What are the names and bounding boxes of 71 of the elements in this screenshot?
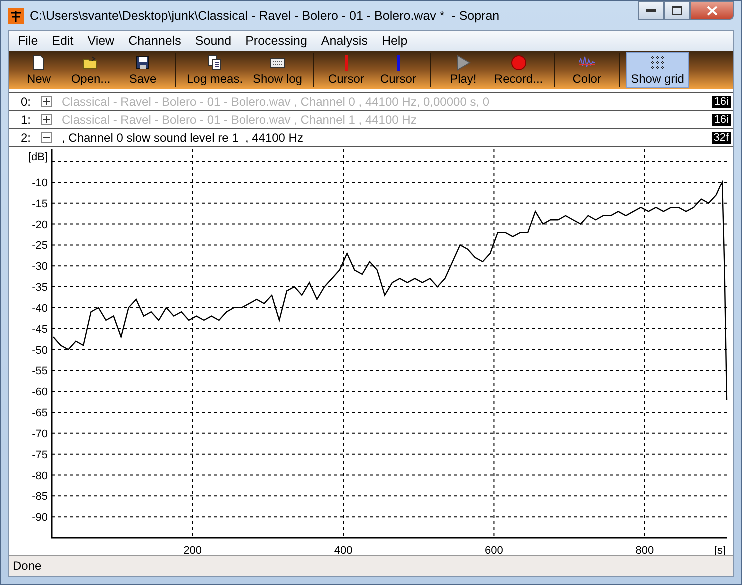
axis-tick-label: -35 [32, 282, 48, 294]
grid-icon [650, 55, 666, 71]
close-button[interactable] [690, 1, 734, 20]
close-icon [706, 6, 718, 16]
axis-tick-label: -85 [32, 491, 48, 504]
toolbar-button[interactable]: Open... [65, 52, 117, 88]
minus-icon [43, 134, 50, 141]
menu-item[interactable]: Analysis [314, 34, 375, 48]
collapse-button[interactable] [41, 132, 52, 143]
play-icon [455, 55, 472, 71]
format-badge: 16i [712, 114, 731, 126]
menu-item[interactable]: Sound [188, 34, 239, 48]
plus-icon [43, 98, 50, 105]
toolbar-button[interactable]: Log meas. [182, 52, 248, 88]
menu-item[interactable]: View [80, 34, 122, 48]
axis-tick-label: -90 [32, 512, 48, 524]
minimize-button[interactable] [638, 1, 664, 20]
expand-button[interactable] [41, 114, 52, 125]
menu-item[interactable]: Processing [238, 34, 314, 48]
axis-tick-label: 400 [334, 545, 353, 557]
folder-icon [83, 55, 99, 71]
record-icon [510, 55, 527, 71]
format-badge: 32f [712, 132, 731, 144]
channel-index: 1: [20, 112, 31, 126]
format-badge: 16i [712, 96, 731, 108]
toolbar-button[interactable]: Cursor [320, 52, 372, 88]
channel-index: 0: [20, 94, 31, 108]
toolbar-button[interactable]: Show log [248, 52, 308, 88]
menu-item[interactable]: Channels [122, 34, 188, 48]
window-title: C:\Users\svante\Desktop\junk\Classical - Ravel - Bolero - 01 - Bolero.wav * - Sopran [30, 8, 501, 22]
axis-tick-label: -45 [32, 324, 48, 336]
axis-tick-label: 200 [184, 545, 202, 557]
channel-index: 2: [20, 130, 31, 144]
status-text: Done [13, 559, 42, 573]
axis-tick-label: 600 [485, 545, 504, 557]
toolbar-button[interactable]: Show grid [626, 52, 690, 88]
toolbar-button[interactable]: Play! [437, 52, 490, 88]
axis-tick-label: -80 [32, 470, 48, 482]
axis-tick-label: -40 [32, 302, 48, 315]
minimize-icon [646, 9, 656, 12]
axis-tick-label: -50 [32, 344, 48, 357]
axis-tick-label: -75 [32, 449, 48, 462]
toolbar-button[interactable]: Color [561, 52, 614, 88]
page-icon [31, 55, 47, 71]
menu-item[interactable]: Edit [45, 34, 81, 48]
expand-button[interactable] [41, 96, 52, 107]
menu-item[interactable]: Help [374, 34, 415, 48]
axis-tick-label: -10 [32, 177, 48, 190]
channel-description: , Channel 0 slow sound level re 1 , 44100 Hz [62, 130, 304, 144]
app-icon [8, 8, 24, 24]
axis-tick-label: -55 [32, 366, 48, 378]
channel-description: Classical - Ravel - Bolero - 01 - Bolero.wav , Channel 1 , 44100 Hz [62, 112, 418, 126]
toolbar-button[interactable]: Record... [489, 52, 548, 88]
axis-tick-label: -15 [32, 198, 48, 210]
axis-tick-label: -70 [32, 428, 48, 440]
axis-tick-label: -30 [32, 261, 48, 274]
axis-tick-label: -60 [32, 386, 48, 399]
axis-tick-label: 800 [636, 545, 654, 557]
axis-tick-label: [dB] [28, 152, 48, 164]
plus-icon [43, 116, 50, 123]
maximize-icon [672, 6, 682, 15]
toolbar-button[interactable]: Save [117, 52, 169, 88]
axis-tick-label: -65 [32, 408, 48, 420]
menu-item[interactable]: File [11, 34, 46, 48]
maximize-button[interactable] [664, 1, 690, 20]
toolbar-button[interactable]: New [13, 52, 65, 88]
toolbar-button[interactable]: Cursor [372, 52, 424, 88]
channel-description: Classical - Ravel - Bolero - 01 - Bolero.wav , Channel 0 , 44100 Hz, 0,00000 s, 0 [62, 94, 491, 108]
documents-icon [207, 55, 224, 71]
axis-tick-label: -20 [32, 219, 48, 232]
axis-tick-label: -25 [32, 240, 48, 252]
